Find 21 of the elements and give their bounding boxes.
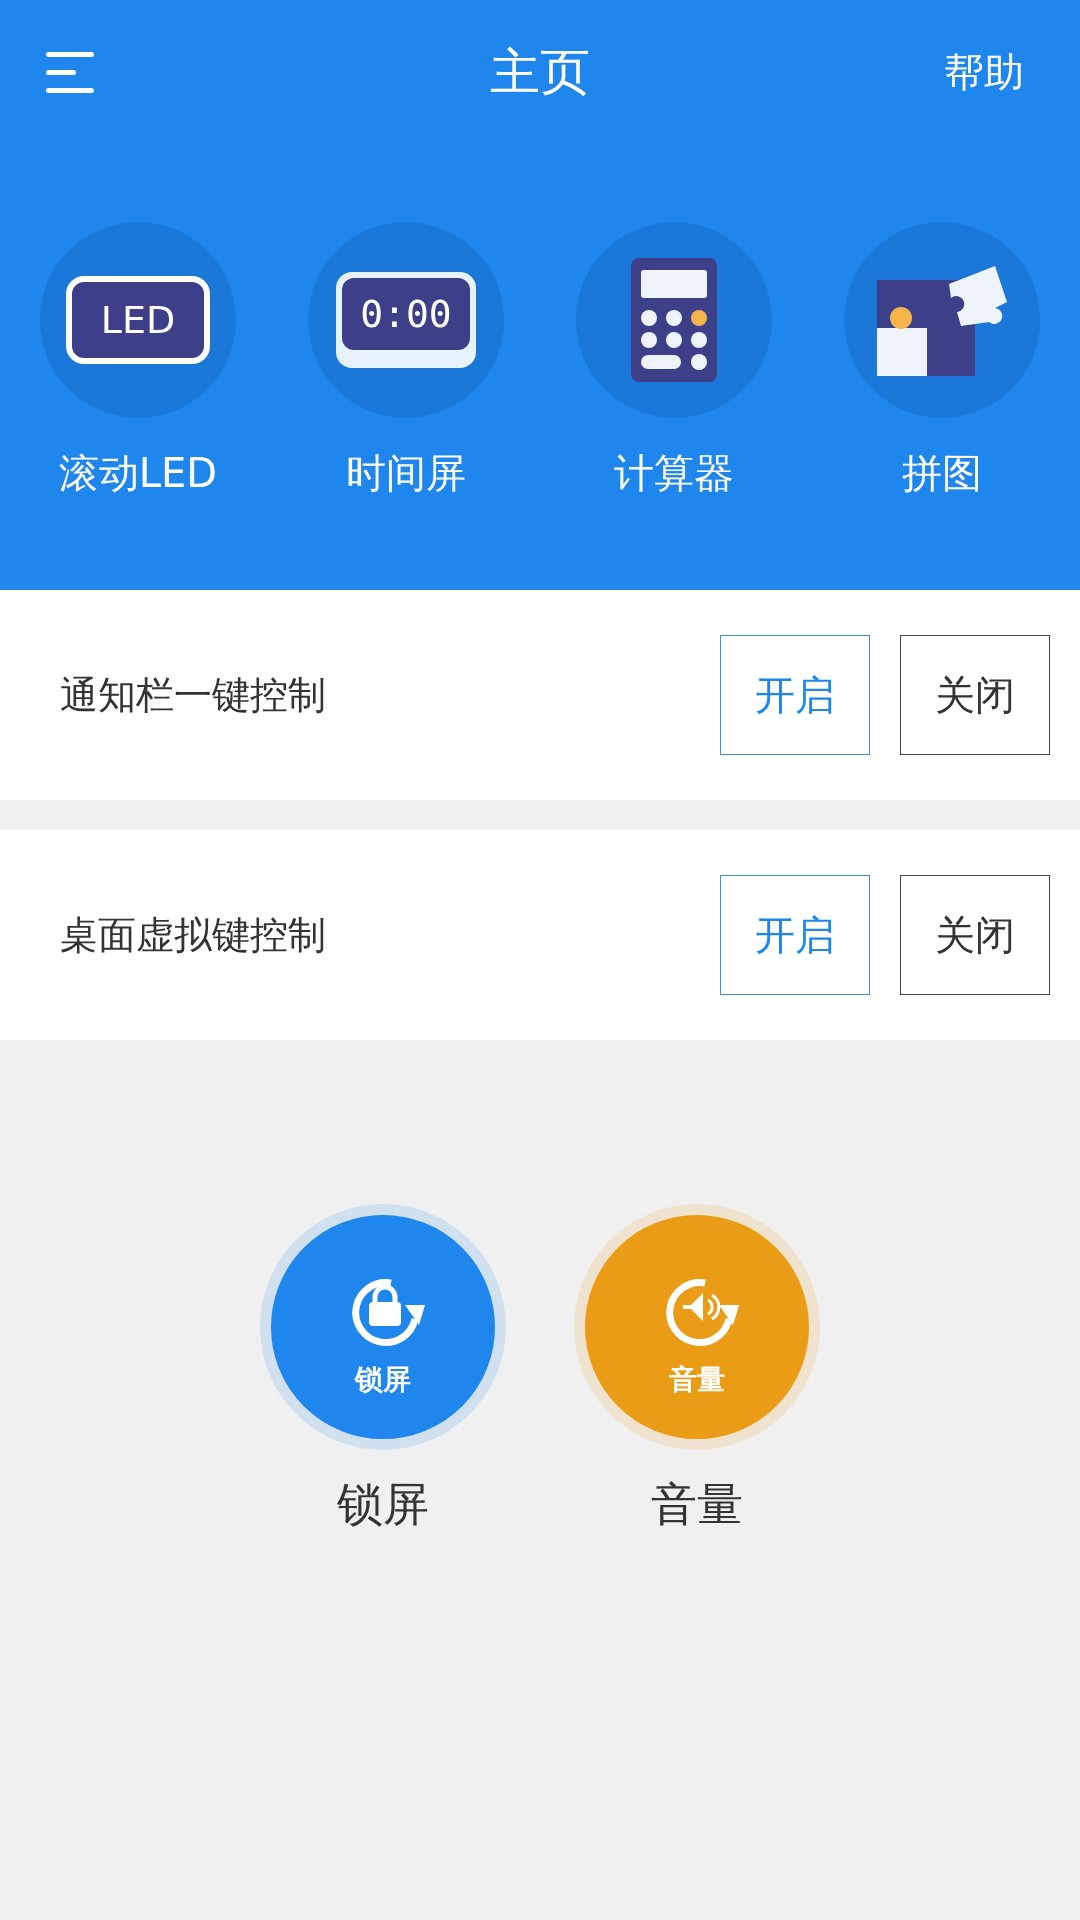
page-title: 主页 [490,42,590,101]
digital-clock-icon: 0:00 [336,272,476,368]
shortcut-button[interactable]: 音量 [574,1204,820,1450]
app-icon-background[interactable]: LED [40,222,236,418]
shortcut-label: 音量 [651,1476,743,1533]
control-label: 桌面虚拟键控制 [60,911,327,959]
app-label[interactable]: 时间屏 [346,446,466,501]
app-icon-background[interactable]: 0:00 [308,222,504,418]
shortcut-label: 锁屏 [337,1476,429,1533]
enable-button[interactable]: 开启 [720,875,870,995]
disable-button[interactable]: 关闭 [900,635,1050,755]
led-sign-icon: LED [66,276,210,364]
help-link[interactable]: 帮助 [944,44,1024,100]
shortcut-button[interactable]: 锁屏 [260,1204,506,1450]
app-label[interactable]: 拼图 [902,446,982,501]
app-label[interactable]: 滚动LED [58,446,218,501]
control-label: 通知栏一键控制 [60,671,327,719]
calculator-icon [631,258,717,382]
enable-button[interactable]: 开启 [720,635,870,755]
disable-button[interactable]: 关闭 [900,875,1050,995]
app-label[interactable]: 计算器 [614,446,734,501]
